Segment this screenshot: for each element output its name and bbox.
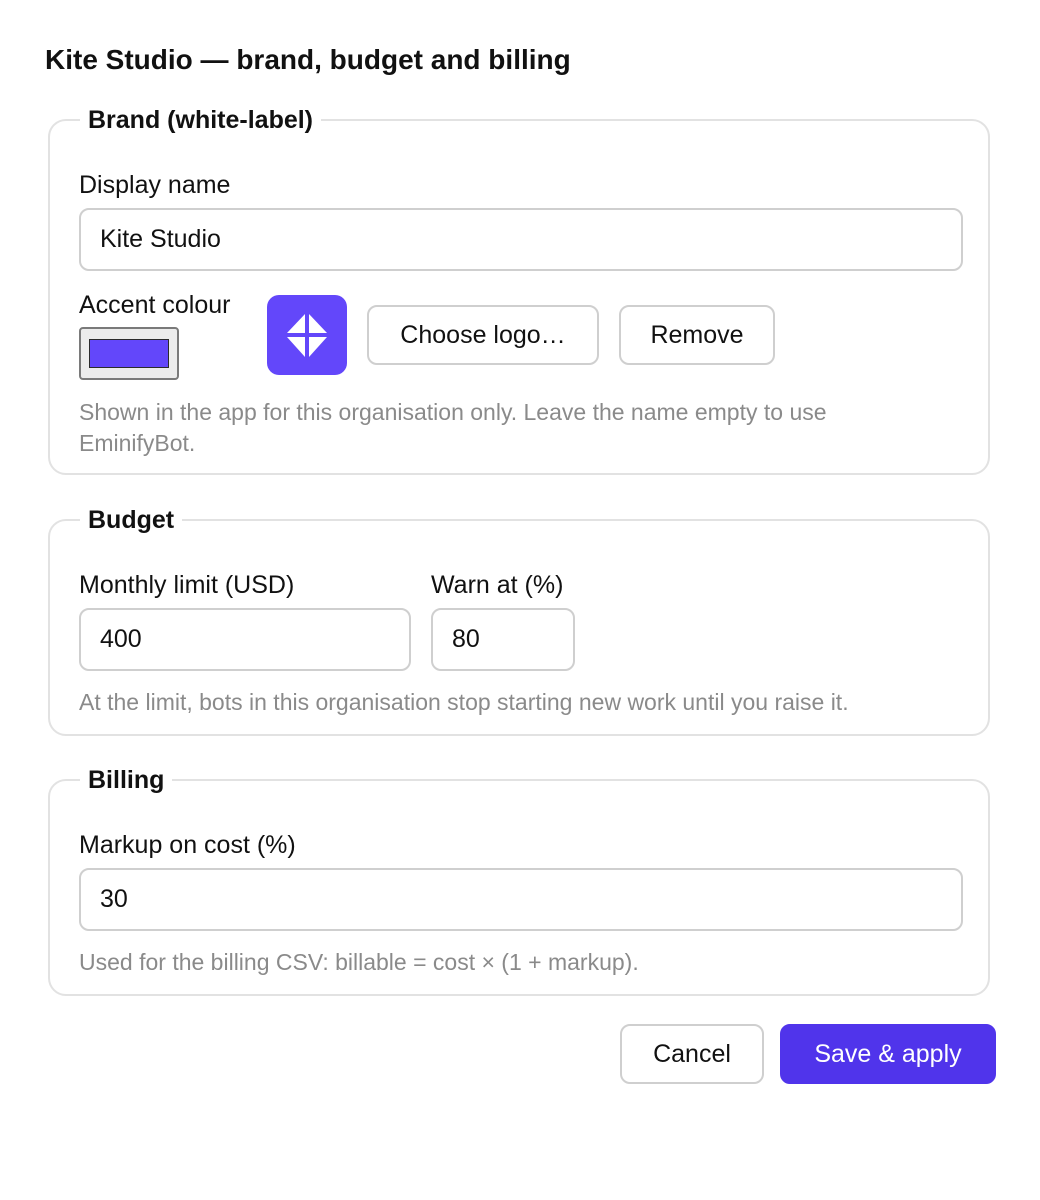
- accent-colour-picker[interactable]: [79, 327, 179, 380]
- brand-hint: Shown in the app for this organisation o…: [79, 399, 827, 456]
- billing-legend: Billing: [88, 766, 165, 794]
- billing-hint: Used for the billing CSV: billable = cos…: [79, 949, 639, 975]
- budget-hint: At the limit, bots in this organisation …: [79, 689, 849, 715]
- remove-logo-button[interactable]: Remove: [619, 305, 775, 365]
- markup-label: Markup on cost (%): [79, 831, 296, 859]
- budget-legend: Budget: [88, 506, 175, 534]
- cancel-button[interactable]: Cancel: [620, 1024, 764, 1084]
- billing-section: Billing Markup on cost (%) Used for the …: [48, 767, 990, 996]
- dialog-title: Kite Studio — brand, budget and billing: [45, 44, 571, 75]
- markup-input[interactable]: [79, 868, 963, 931]
- accent-colour-swatch: [89, 339, 169, 368]
- warn-at-label: Warn at (%): [431, 571, 564, 599]
- warn-at-input[interactable]: [431, 608, 575, 671]
- logo-preview: [267, 295, 347, 375]
- brand-legend: Brand (white-label): [88, 106, 314, 134]
- display-name-label: Display name: [79, 171, 231, 199]
- monthly-limit-label: Monthly limit (USD): [79, 571, 295, 599]
- accent-colour-label: Accent colour: [79, 291, 231, 319]
- display-name-input[interactable]: [79, 208, 963, 271]
- brand-section: Brand (white-label) Display name Accent …: [48, 107, 990, 475]
- budget-section: Budget Monthly limit (USD) Warn at (%) A…: [48, 507, 990, 736]
- kite-logo-icon: [287, 314, 327, 357]
- monthly-limit-input[interactable]: [79, 608, 411, 671]
- save-and-apply-button[interactable]: Save & apply: [780, 1024, 996, 1084]
- choose-logo-button[interactable]: Choose logo…: [367, 305, 599, 365]
